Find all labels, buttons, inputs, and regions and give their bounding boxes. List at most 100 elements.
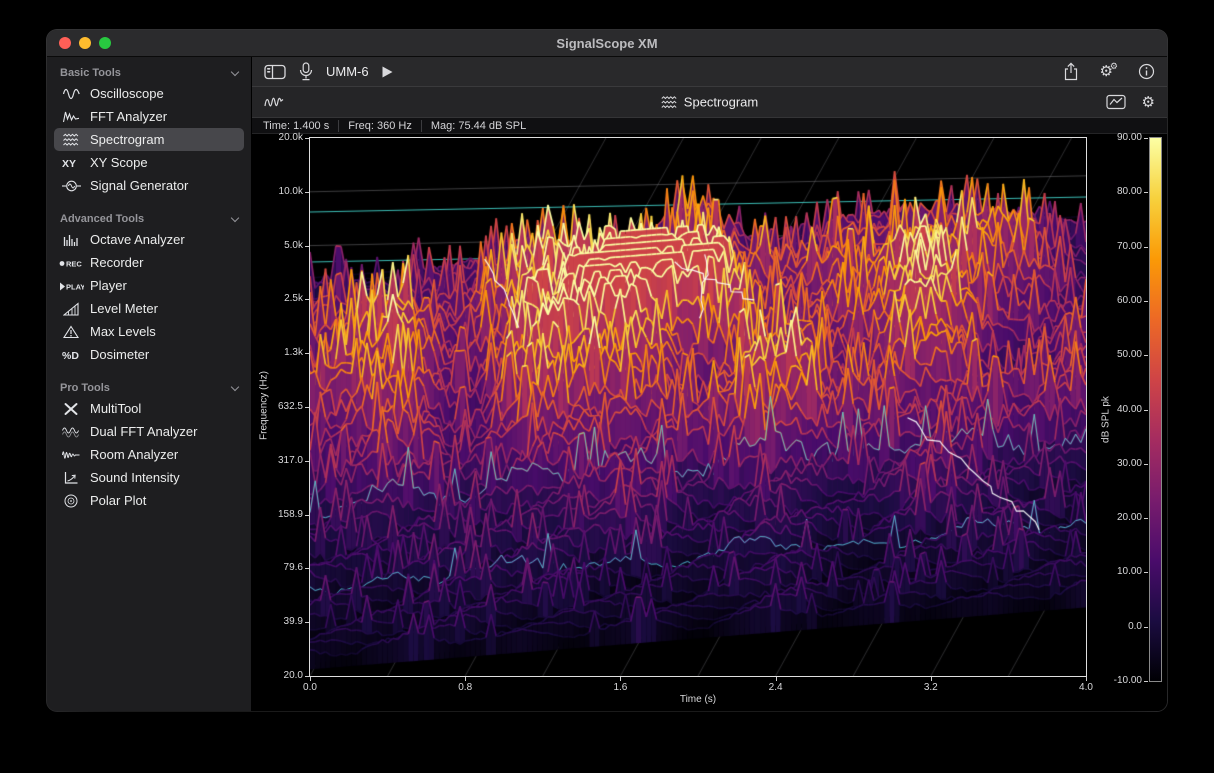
colorbar-tick-mark <box>1144 518 1148 519</box>
sidebar-section-pro-tools[interactable]: Pro Tools <box>60 379 238 397</box>
close-button[interactable] <box>59 37 71 49</box>
sidebar-item-octave-analyzer[interactable]: Octave Analyzer <box>54 228 244 251</box>
colorbar-tick-label: 40.00 <box>1090 404 1142 415</box>
sidebar-item-player[interactable]: PLAYPlayer <box>54 274 244 297</box>
sidebar-section-label: Pro Tools <box>60 382 110 394</box>
window-title: SignalScope XM <box>556 36 657 51</box>
sidebar-item-oscilloscope[interactable]: Oscilloscope <box>54 82 244 105</box>
sidebar-item-room-analyzer[interactable]: Room Analyzer <box>54 443 244 466</box>
colorbar-tick-mark <box>1144 138 1148 139</box>
svg-text:REC: REC <box>66 259 82 268</box>
y-tick-label: 20.0 <box>252 670 303 681</box>
colorbar-tick-label: 30.00 <box>1090 458 1142 469</box>
sidebar-item-polar-plot[interactable]: Polar Plot <box>54 489 244 512</box>
sidebar-item-xy-scope[interactable]: XY XY Scope <box>54 151 244 174</box>
sidebar-item-label: Sound Intensity <box>90 470 180 485</box>
zoom-button[interactable] <box>99 37 111 49</box>
sidebar-item-fft-analyzer[interactable]: FFT Analyzer <box>54 105 244 128</box>
gear-icon: ⚙ <box>1142 95 1155 110</box>
room-analyzer-icon <box>58 448 84 462</box>
sidebar-item-label: Octave Analyzer <box>90 232 185 247</box>
sidebar-section-label: Advanced Tools <box>60 213 144 225</box>
status-mag: Mag: 75.44 dB SPL <box>422 120 535 132</box>
y-tick-mark <box>305 407 309 408</box>
colorbar-tick-label: 50.00 <box>1090 349 1142 360</box>
chevron-down-icon[interactable] <box>231 213 239 221</box>
sidebar-section-basic-tools[interactable]: Basic Tools <box>60 64 238 82</box>
svg-text:PLAY: PLAY <box>66 282 84 291</box>
waveform-options-button[interactable] <box>264 95 284 109</box>
y-tick-label: 79.6 <box>252 562 303 573</box>
sidebar-item-max-levels[interactable]: Max Levels <box>54 320 244 343</box>
sidebar-item-recorder[interactable]: RECRecorder <box>54 251 244 274</box>
minimize-button[interactable] <box>79 37 91 49</box>
sidebar-item-label: Polar Plot <box>90 493 146 508</box>
share-button[interactable] <box>1063 62 1079 81</box>
input-device-label[interactable]: UMM-6 <box>326 64 369 79</box>
colorbar-tick-mark <box>1144 192 1148 193</box>
y-tick-mark <box>305 568 309 569</box>
y-tick-mark <box>305 353 309 354</box>
colorbar-tick-label: 70.00 <box>1090 241 1142 252</box>
octave-analyzer-icon <box>58 233 84 247</box>
plot-frame <box>309 137 1087 677</box>
polar-plot-icon <box>58 494 84 508</box>
colorbar-tick-mark <box>1144 627 1148 628</box>
y-tick-label: 158.9 <box>252 509 303 520</box>
x-tick-mark <box>310 677 311 681</box>
oscilloscope-icon <box>58 87 84 101</box>
colorbar-tick-mark <box>1144 247 1148 248</box>
y-tick-label: 20.0k <box>252 132 303 143</box>
sidebar-item-signal-generator[interactable]: Signal Generator <box>54 174 244 197</box>
view-title: Spectrogram <box>661 95 758 110</box>
y-tick-label: 10.0k <box>252 186 303 197</box>
sidebar-section-label: Basic Tools <box>60 67 121 79</box>
colorbar-tick-mark <box>1144 355 1148 356</box>
chevron-down-icon[interactable] <box>231 67 239 75</box>
chart-options-button[interactable] <box>1106 94 1126 110</box>
sidebar-item-label: Dosimeter <box>90 347 149 362</box>
colorbar <box>1149 137 1162 682</box>
sidebar-item-label: Level Meter <box>90 301 158 316</box>
x-tick-mark <box>1086 677 1087 681</box>
signal-generator-icon <box>58 179 84 193</box>
view-toolbar: Spectrogram ⚙ <box>252 87 1167 118</box>
sidebar-item-label: FFT Analyzer <box>90 109 167 124</box>
xy-scope-icon: XY <box>58 156 84 170</box>
sidebar-item-sound-intensity[interactable]: Sound Intensity <box>54 466 244 489</box>
sidebar-item-dual-fft-analyzer[interactable]: Dual FFT Analyzer <box>54 420 244 443</box>
x-tick-label: 1.6 <box>613 682 627 693</box>
info-button[interactable] <box>1138 63 1155 80</box>
sidebar-item-dosimeter[interactable]: %DDosimeter <box>54 343 244 366</box>
sidebar-item-label: Signal Generator <box>90 178 188 193</box>
colorbar-tick-label: -10.00 <box>1090 675 1142 686</box>
y-tick-label: 2.5k <box>252 293 303 304</box>
view-title-label: Spectrogram <box>684 95 758 110</box>
colorbar-label: dB SPL pk <box>1101 387 1112 453</box>
sidebar-item-multitool[interactable]: MultiTool <box>54 397 244 420</box>
traffic-lights <box>59 37 111 49</box>
sidebar-item-level-meter[interactable]: Level Meter <box>54 297 244 320</box>
sidebar-item-label: Max Levels <box>90 324 156 339</box>
cursor-status-bar: Time: 1.400 s Freq: 360 Hz Mag: 75.44 dB… <box>252 118 1167 134</box>
sidebar-section-advanced-tools[interactable]: Advanced Tools <box>60 210 238 228</box>
y-tick-mark <box>305 299 309 300</box>
view-settings-button[interactable]: ⚙ <box>1142 95 1155 110</box>
y-tick-mark <box>305 676 309 677</box>
sidebar-item-label: XY Scope <box>90 155 148 170</box>
play-button[interactable] <box>381 65 394 79</box>
chevron-down-icon[interactable] <box>231 382 239 390</box>
dual-fft-analyzer-icon <box>58 425 84 439</box>
sidebar-toggle-button[interactable] <box>264 64 286 80</box>
colorbar-tick-mark <box>1144 681 1148 682</box>
x-tick-mark <box>776 677 777 681</box>
sidebar-item-spectrogram[interactable]: Spectrogram <box>54 128 244 151</box>
settings-gears-button[interactable]: ⚙⚙ <box>1099 64 1118 79</box>
colorbar-tick-label: 0.0 <box>1090 621 1142 632</box>
titlebar[interactable]: SignalScope XM <box>47 30 1167 57</box>
x-tick-label: 0.8 <box>458 682 472 693</box>
colorbar-tick-label: 10.00 <box>1090 566 1142 577</box>
spectrogram-canvas[interactable] <box>310 138 1086 676</box>
multitool-icon <box>58 402 84 416</box>
y-tick-label: 317.0 <box>252 455 303 466</box>
